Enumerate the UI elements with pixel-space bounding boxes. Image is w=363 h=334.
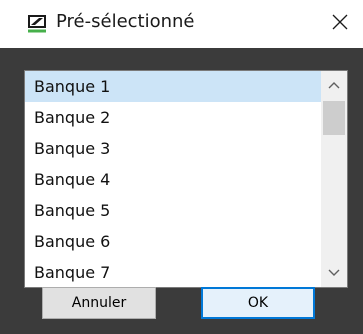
preselect-dialog: Pré-sélectionné Banque 1 Banque 2 Banque… xyxy=(0,0,363,334)
list-item-bank-5[interactable]: Banque 5 xyxy=(25,195,321,226)
bank-listbox[interactable]: Banque 1 Banque 2 Banque 3 Banque 4 Banq… xyxy=(24,70,348,288)
scroll-thumb[interactable] xyxy=(323,101,345,135)
window-title: Pré-sélectionné xyxy=(56,11,195,32)
scroll-down-button[interactable] xyxy=(321,261,347,285)
app-logo-icon xyxy=(27,14,47,34)
chevron-down-icon xyxy=(328,269,340,276)
list-item-bank-7[interactable]: Banque 7 xyxy=(25,257,321,287)
bank-list: Banque 1 Banque 2 Banque 3 Banque 4 Banq… xyxy=(25,71,321,287)
title-bar: Pré-sélectionné xyxy=(0,0,363,48)
scroll-up-button[interactable] xyxy=(321,73,347,97)
chevron-up-icon xyxy=(328,82,340,89)
cancel-button[interactable]: Annuler xyxy=(42,287,156,319)
list-item-bank-3[interactable]: Banque 3 xyxy=(25,133,321,164)
list-item-bank-1[interactable]: Banque 1 xyxy=(25,71,321,102)
list-item-bank-2[interactable]: Banque 2 xyxy=(25,102,321,133)
ok-button[interactable]: OK xyxy=(201,287,315,319)
vertical-scrollbar[interactable] xyxy=(321,71,347,287)
close-button[interactable] xyxy=(317,0,363,44)
close-icon xyxy=(332,14,348,30)
list-item-bank-6[interactable]: Banque 6 xyxy=(25,226,321,257)
dialog-body: Banque 1 Banque 2 Banque 3 Banque 4 Banq… xyxy=(0,48,363,334)
list-item-bank-4[interactable]: Banque 4 xyxy=(25,164,321,195)
